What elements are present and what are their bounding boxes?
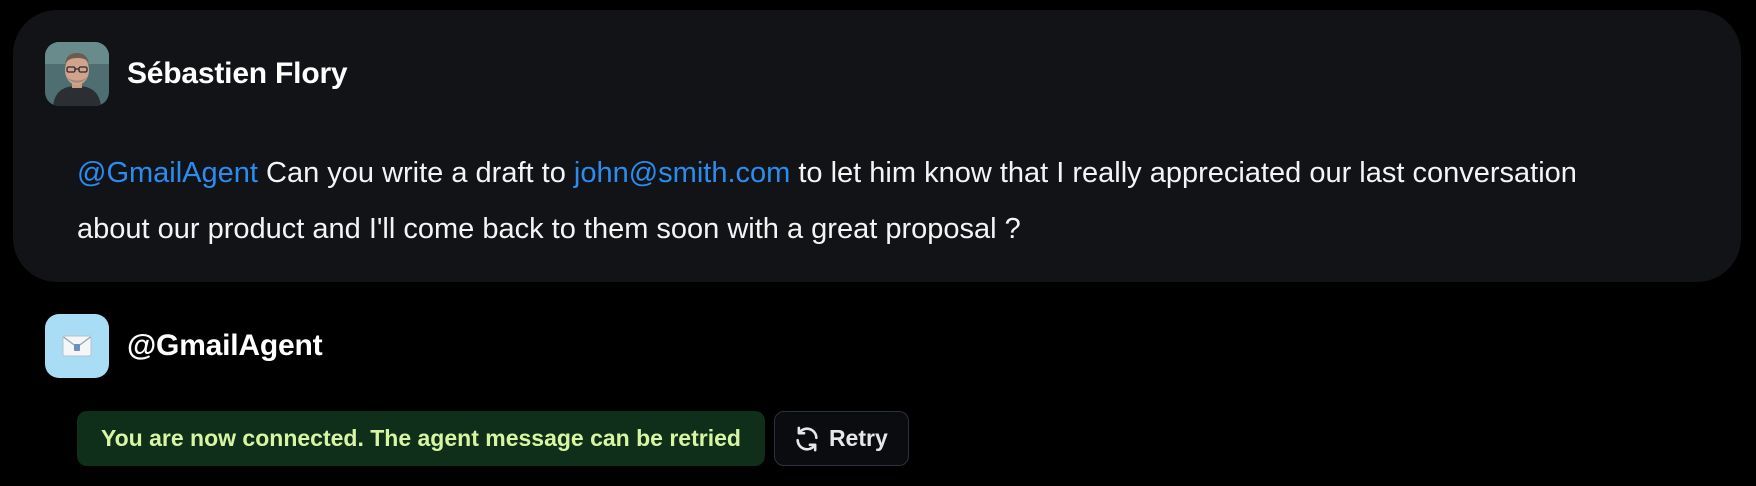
- retry-label: Retry: [828, 425, 888, 451]
- user-name: Sébastien Flory: [127, 57, 348, 90]
- agent-message-header: @GmailAgent: [45, 314, 323, 378]
- person-avatar-icon: [45, 42, 109, 106]
- agent-mention-link[interactable]: @GmailAgent: [77, 157, 258, 189]
- email-link[interactable]: john@smith.com: [574, 157, 790, 189]
- agent-name: @GmailAgent: [127, 329, 323, 362]
- connection-status-badge: You are now connected. The agent message…: [77, 411, 765, 466]
- agent-status-row: You are now connected. The agent message…: [77, 411, 909, 466]
- user-message-header: Sébastien Flory: [45, 42, 348, 106]
- retry-button[interactable]: Retry: [773, 411, 909, 466]
- user-avatar: [45, 42, 109, 106]
- agent-avatar: [45, 314, 109, 378]
- message-text-part: Can you write a draft to: [257, 157, 574, 189]
- user-message-card: Sébastien Flory @GmailAgent Can you writ…: [13, 10, 1741, 282]
- user-message-text: @GmailAgent Can you write a draft to joh…: [77, 145, 1597, 257]
- connection-status-text: You are now connected. The agent message…: [101, 425, 741, 451]
- chat-thread: Sébastien Flory @GmailAgent Can you writ…: [0, 0, 1756, 486]
- envelope-icon: [62, 335, 92, 357]
- refresh-icon: [793, 425, 821, 453]
